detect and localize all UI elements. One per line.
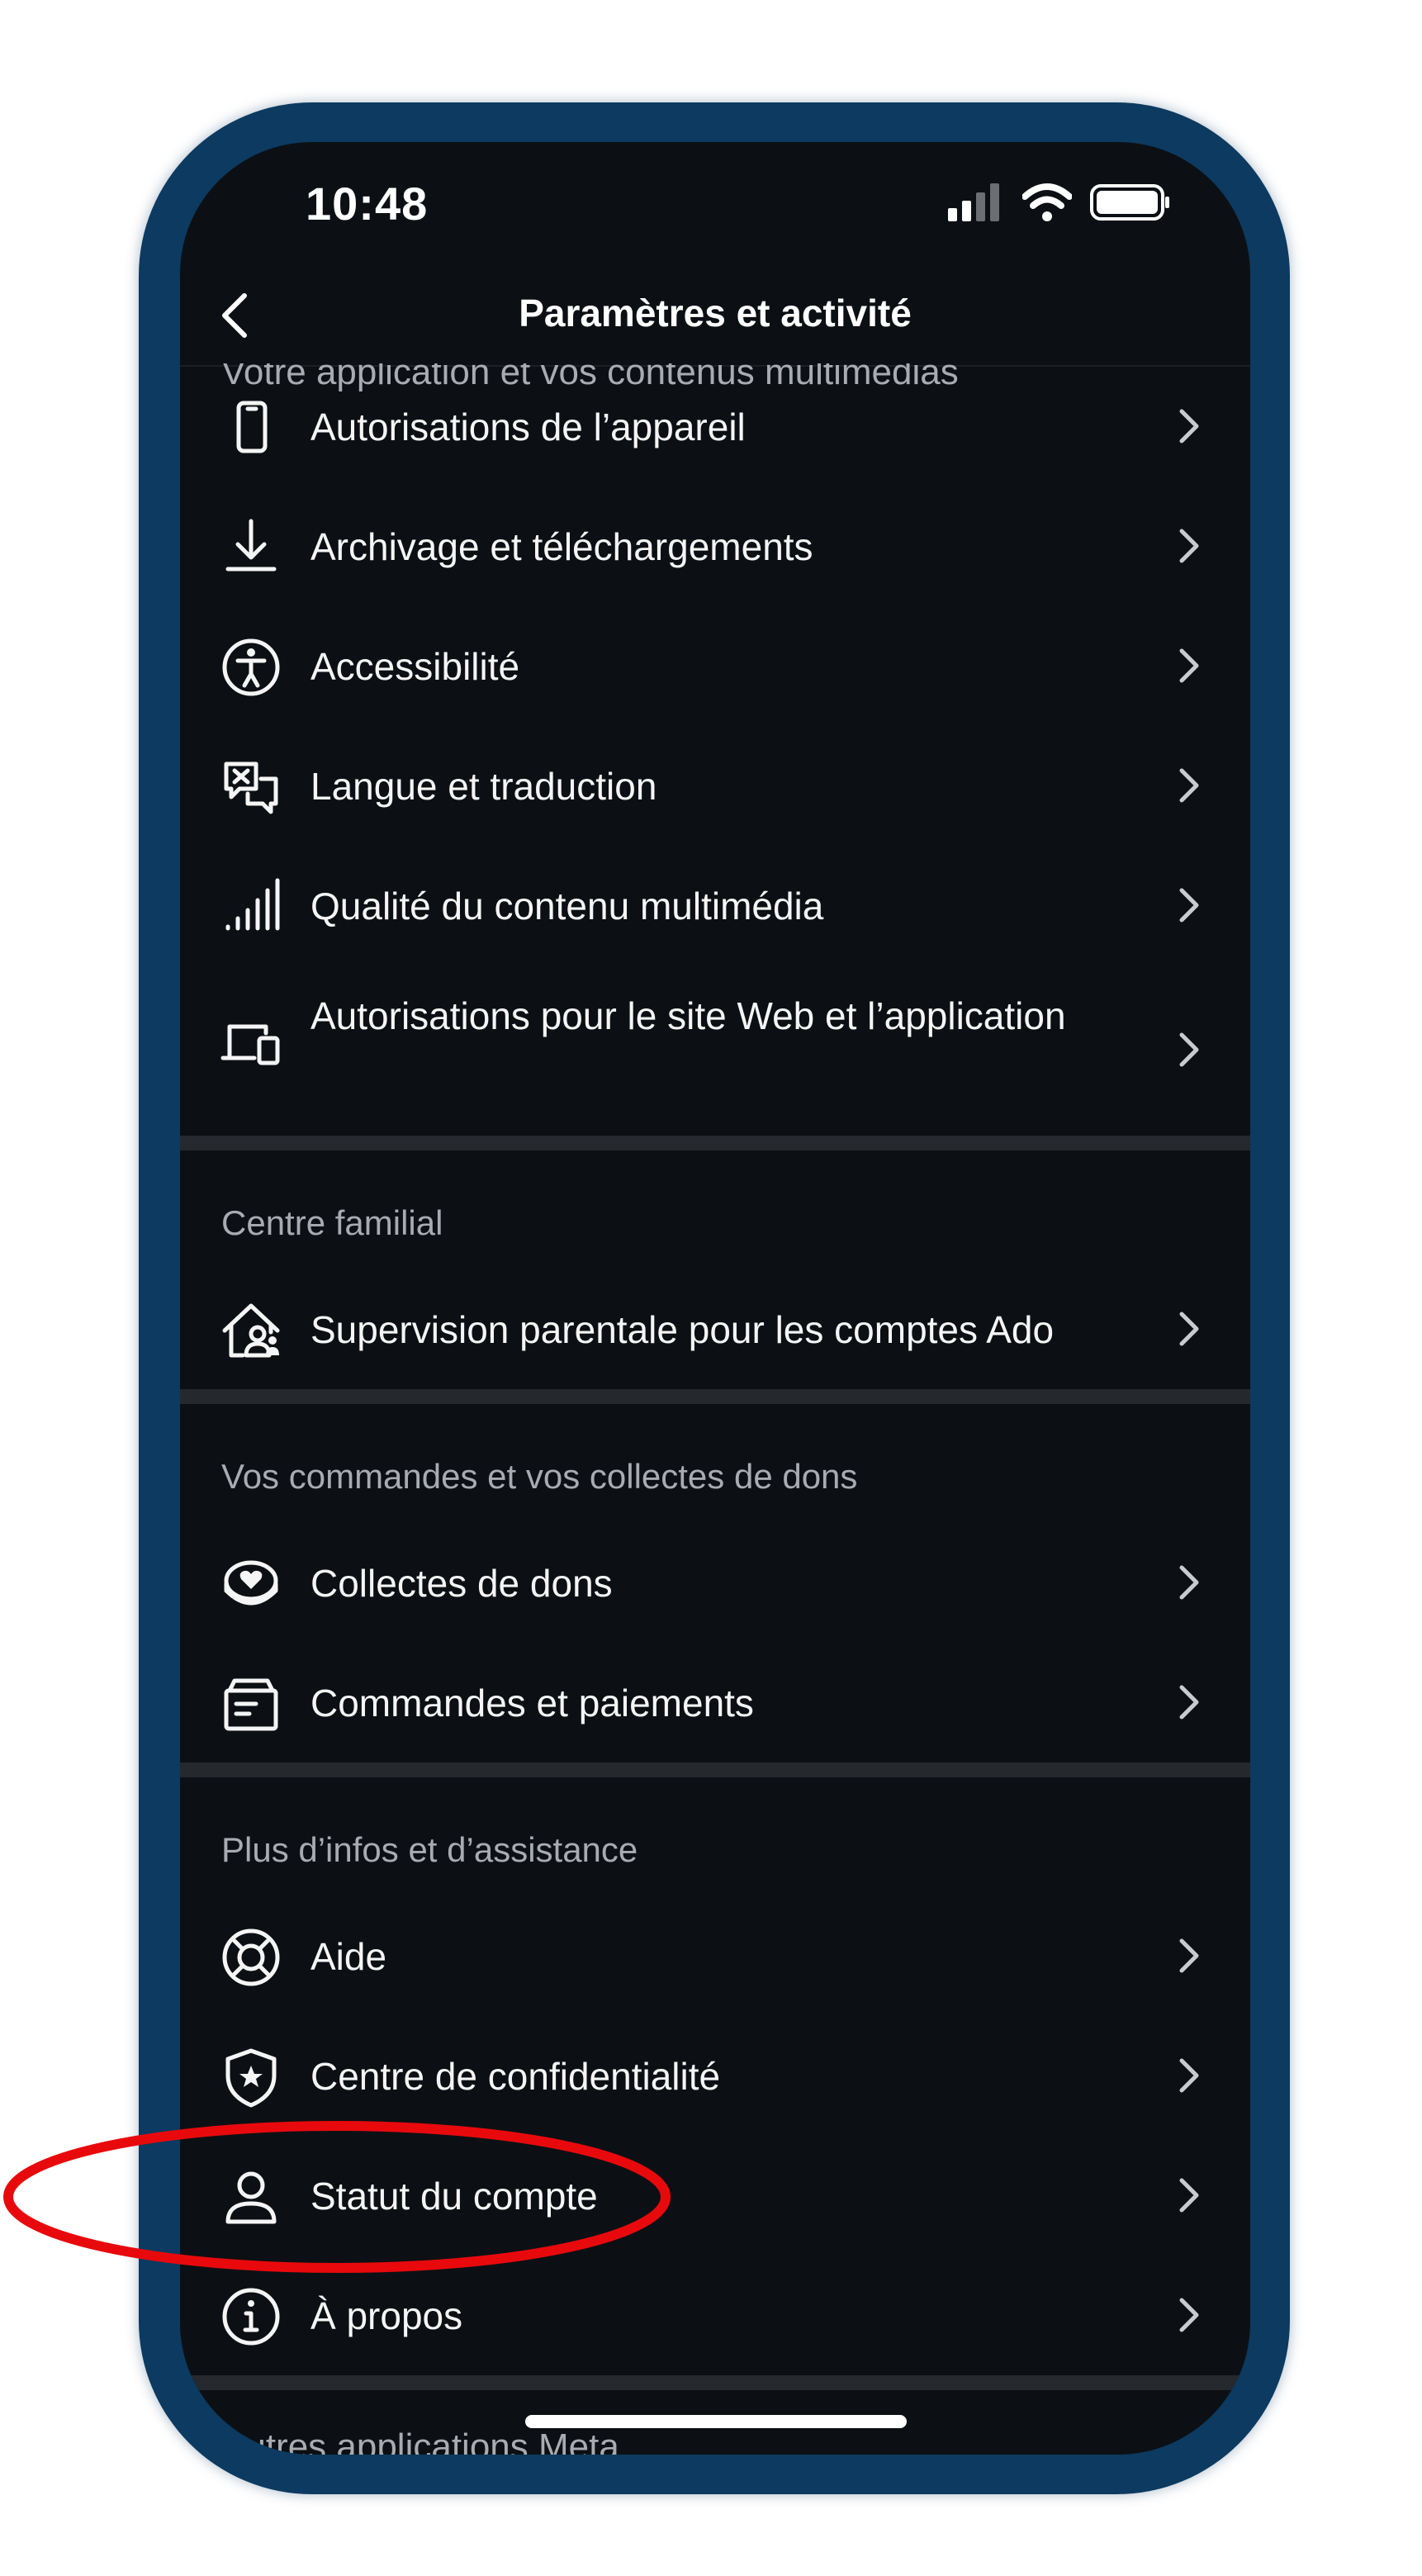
parental-supervision-label: Supervision parentale pour les comptes A…: [310, 1308, 1055, 1351]
battery-icon: [1090, 184, 1169, 221]
translate-icon: [224, 761, 278, 814]
section-header-orders: Vos commandes et vos collectes de dons: [221, 1457, 858, 1496]
media-quality-item[interactable]: Qualité du contenu multimédia: [180, 846, 1250, 965]
settings-list: Autorisations de l’appareil Archivage et…: [180, 367, 1250, 2390]
language-translation-label: Langue et traduction: [310, 765, 657, 808]
person-icon: [225, 2171, 277, 2224]
status-icons: [948, 183, 1171, 225]
about-label: À propos: [310, 2294, 463, 2337]
accessibility-icon: [222, 638, 280, 696]
section-divider: [180, 1389, 1250, 1404]
language-translation-item[interactable]: Langue et traduction: [180, 726, 1250, 846]
orders-payments-item[interactable]: Commandes et paiements: [180, 1643, 1250, 1762]
chevron-right-icon: [1179, 1032, 1199, 1067]
archiving-downloads-item[interactable]: Archivage et téléchargements: [180, 486, 1250, 606]
section-header-support: Plus d’infos et d’assistance: [221, 1830, 638, 1869]
donation-heart-icon: [224, 1560, 278, 1606]
wifi-icon: [1022, 183, 1072, 221]
chevron-right-icon: [1179, 2178, 1199, 2213]
device-permissions-label: Autorisations de l’appareil: [310, 406, 746, 448]
account-status-label: Statut du compte: [310, 2175, 598, 2218]
chevron-right-icon: [1179, 1565, 1199, 1600]
chevron-right-icon: [1179, 1685, 1199, 1720]
account-status-item[interactable]: Statut du compte: [180, 2136, 1250, 2256]
website-app-permissions-label: Autorisations pour le site Web et l’appl…: [310, 994, 1066, 1037]
chevron-right-icon: [1179, 1312, 1199, 1346]
download-icon: [225, 519, 277, 572]
shield-star-icon: [225, 2048, 277, 2108]
accessibility-label: Accessibilité: [310, 645, 520, 688]
chevron-right-icon: [1179, 2298, 1199, 2332]
help-label: Aide: [310, 1935, 387, 1978]
section-divider: [180, 1136, 1250, 1150]
lifebuoy-icon: [222, 1928, 280, 1986]
home-indicator[interactable]: [525, 2415, 907, 2428]
phone-icon: [236, 401, 268, 453]
archiving-downloads-label: Archivage et téléchargements: [310, 525, 813, 568]
fundraisers-item[interactable]: Collectes de dons: [180, 1523, 1250, 1643]
accessibility-item[interactable]: Accessibilité: [180, 606, 1250, 726]
parental-supervision-item[interactable]: Supervision parentale pour les comptes A…: [180, 1269, 1250, 1389]
chevron-right-icon: [1179, 768, 1199, 803]
privacy-center-item[interactable]: Centre de confidentialité: [180, 2016, 1250, 2136]
media-quality-label: Qualité du contenu multimédia: [310, 885, 824, 927]
status-time: 10:48: [306, 178, 429, 230]
about-item[interactable]: À propos: [180, 2256, 1250, 2375]
status-bar: 10:48: [180, 142, 1250, 258]
house-person-icon: [222, 1303, 280, 1358]
orders-payments-label: Commandes et paiements: [310, 1682, 754, 1724]
phone-screen: 10:48 Paramètres et activité Votre appli…: [180, 142, 1250, 2455]
section-divider: [180, 1762, 1250, 1777]
chevron-right-icon: [1179, 888, 1199, 923]
cellular-signal-icon: [948, 183, 999, 221]
help-item[interactable]: Aide: [180, 1896, 1250, 2016]
section-header-meta-apps: Autres applications Meta: [221, 2427, 619, 2455]
signal-bars-icon: [225, 878, 280, 931]
privacy-center-label: Centre de confidentialité: [310, 2055, 721, 2098]
receipt-box-icon: [224, 1678, 278, 1731]
page-title: Paramètres et activité: [519, 292, 912, 334]
info-icon: [222, 2288, 280, 2346]
chevron-right-icon: [1179, 2058, 1199, 2093]
device-permissions-item[interactable]: Autorisations de l’appareil: [180, 367, 1250, 486]
devices-icon: [220, 1024, 280, 1065]
chevron-right-icon: [1179, 409, 1199, 444]
section-divider: [180, 2375, 1250, 2390]
website-app-permissions-item[interactable]: Autorisations pour le site Web et l’appl…: [180, 965, 1250, 1136]
chevron-right-icon: [1179, 648, 1199, 683]
fundraisers-label: Collectes de dons: [310, 1562, 613, 1605]
section-header-family: Centre familial: [221, 1203, 443, 1242]
chevron-right-icon: [1179, 1938, 1199, 1973]
chevron-right-icon: [1179, 529, 1199, 563]
nav-header: Paramètres et activité: [180, 266, 1250, 367]
